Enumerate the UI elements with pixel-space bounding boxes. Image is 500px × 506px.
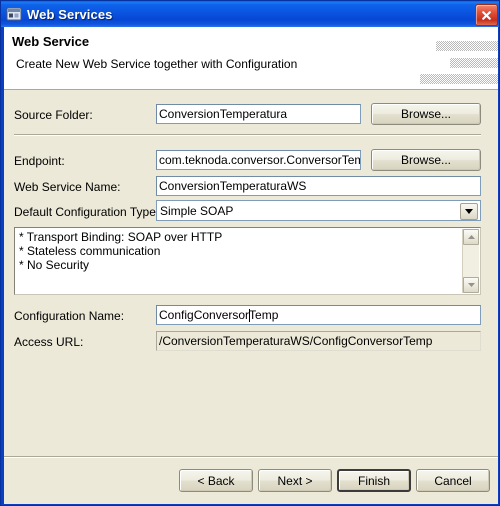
cancel-label: Cancel bbox=[434, 473, 472, 488]
back-label: < Back bbox=[197, 473, 235, 488]
cancel-button[interactable]: Cancel bbox=[416, 469, 490, 492]
endpoint-row: Endpoint: bbox=[14, 154, 65, 168]
banner-bar-1 bbox=[436, 41, 498, 51]
access-url-label: Access URL: bbox=[14, 335, 84, 349]
web-service-name-label: Web Service Name: bbox=[14, 180, 121, 194]
wizard-banner: Web Service Create New Web Service toget… bbox=[4, 27, 498, 90]
endpoint-browse-button[interactable]: Browse... bbox=[371, 149, 481, 171]
next-label: Next > bbox=[277, 473, 313, 488]
back-button[interactable]: < Back bbox=[179, 469, 253, 492]
access-url-field: /ConversionTemperaturaWS/ConfigConversor… bbox=[156, 331, 481, 351]
endpoint-value: com.teknoda.conversor.ConversorTemperatu… bbox=[159, 153, 360, 167]
source-folder-browse-button[interactable]: Browse... bbox=[371, 103, 481, 125]
default-configuration-type-select[interactable]: Simple SOAP bbox=[156, 200, 481, 221]
chevron-down-icon[interactable] bbox=[463, 277, 479, 293]
dialog-client-area: Web Service Create New Web Service toget… bbox=[4, 27, 498, 504]
web-services-dialog: Web Services Web Service Create New Web … bbox=[0, 0, 500, 506]
web-service-name-input[interactable]: ConversionTemperaturaWS bbox=[156, 176, 481, 196]
default-configuration-type-label: Default Configuration Type: bbox=[14, 205, 160, 219]
page-subtitle: Create New Web Service together with Con… bbox=[16, 57, 298, 71]
web-service-name-row: Web Service Name: bbox=[14, 180, 120, 194]
description-scrollbar[interactable] bbox=[462, 229, 479, 293]
access-url-value: /ConversionTemperaturaWS/ConfigConversor… bbox=[159, 334, 433, 348]
window-title: Web Services bbox=[27, 6, 113, 22]
default-configuration-type-value: Simple SOAP bbox=[160, 203, 234, 218]
access-url-row: Access URL: bbox=[14, 335, 83, 349]
app-window-icon bbox=[6, 6, 22, 22]
default-configuration-type-row: Default Configuration Type: bbox=[14, 205, 159, 219]
source-folder-label: Source Folder: bbox=[14, 108, 93, 122]
description-textarea[interactable]: * Transport Binding: SOAP over HTTP * St… bbox=[14, 227, 481, 295]
configuration-name-row: Configuration Name: bbox=[14, 309, 124, 323]
configuration-name-input[interactable]: ConfigConversor Temp bbox=[156, 305, 481, 325]
endpoint-input[interactable]: com.teknoda.conversor.ConversorTemperatu… bbox=[156, 150, 361, 170]
configuration-name-value-before-caret: ConfigConversor bbox=[159, 308, 250, 322]
configuration-name-value-after-caret: Temp bbox=[249, 308, 279, 322]
finish-button[interactable]: Finish bbox=[337, 469, 411, 492]
title-bar: Web Services bbox=[1, 1, 499, 27]
source-folder-row: Source Folder: bbox=[14, 108, 93, 122]
dialog-footer: < Back Next > Finish Cancel bbox=[4, 456, 498, 504]
endpoint-label: Endpoint: bbox=[14, 154, 65, 168]
chevron-up-icon[interactable] bbox=[463, 229, 479, 245]
footer-separator bbox=[4, 456, 498, 458]
source-folder-browse-label: Browse... bbox=[400, 107, 451, 121]
source-folder-input[interactable]: ConversionTemperatura bbox=[156, 104, 361, 124]
next-button[interactable]: Next > bbox=[258, 469, 332, 492]
configuration-name-label: Configuration Name: bbox=[14, 309, 125, 323]
page-title: Web Service bbox=[12, 34, 90, 49]
endpoint-browse-label: Browse... bbox=[400, 153, 451, 167]
form-area: Source Folder: ConversionTemperatura Bro… bbox=[4, 90, 498, 504]
banner-bar-3 bbox=[420, 74, 498, 84]
chevron-down-icon[interactable] bbox=[460, 203, 478, 220]
description-text: * Transport Binding: SOAP over HTTP * St… bbox=[19, 230, 223, 272]
banner-decoration bbox=[408, 27, 498, 89]
source-folder-value: ConversionTemperatura bbox=[159, 107, 288, 121]
close-icon[interactable] bbox=[475, 4, 498, 26]
finish-label: Finish bbox=[357, 473, 390, 488]
banner-bar-2 bbox=[450, 58, 498, 68]
form-separator bbox=[14, 134, 481, 136]
web-service-name-value: ConversionTemperaturaWS bbox=[159, 179, 307, 193]
